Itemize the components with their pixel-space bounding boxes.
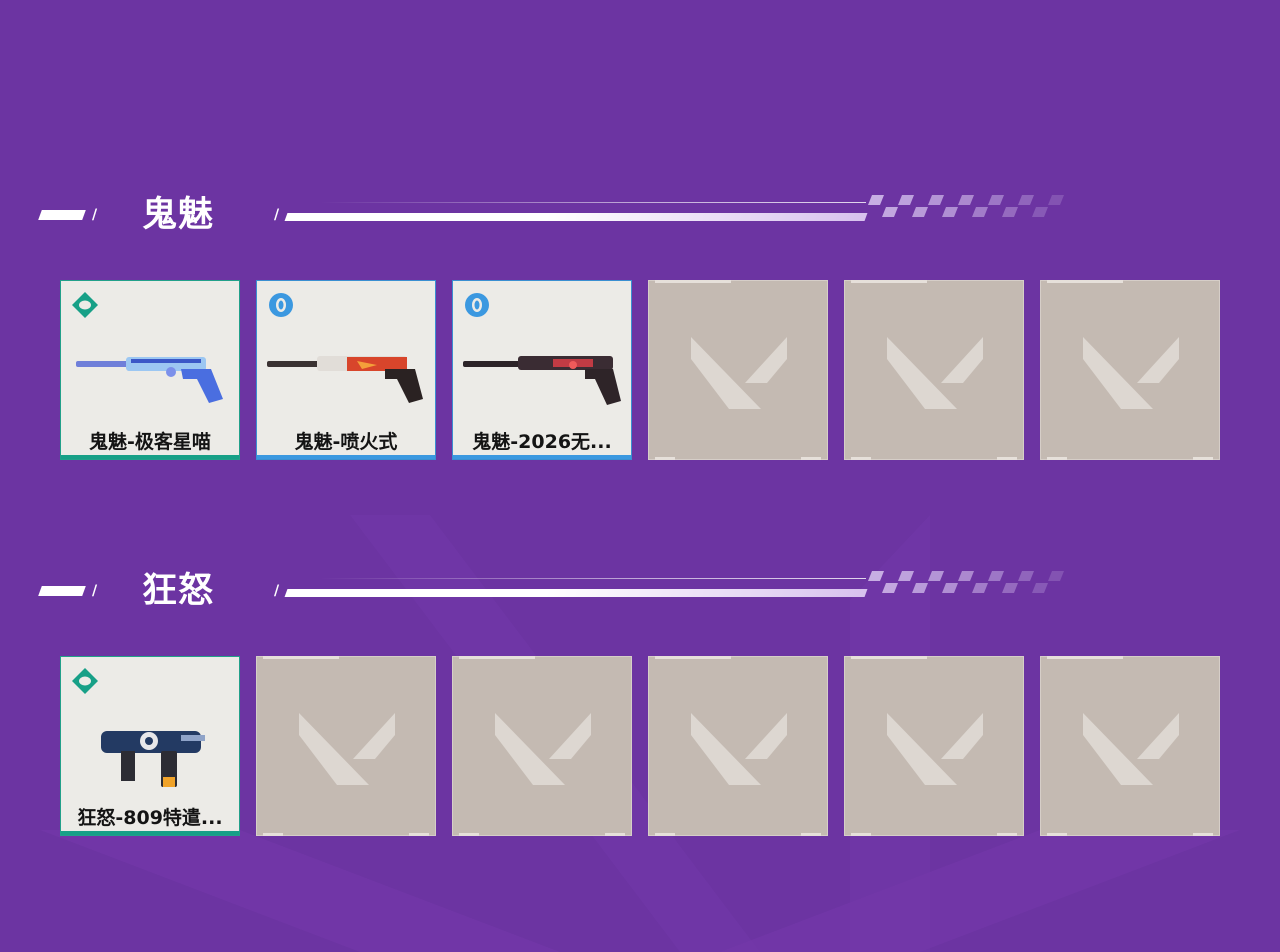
empty-slot[interactable] (648, 656, 828, 836)
skin-card[interactable]: 鬼魅-极客星喵 (60, 280, 240, 460)
valorant-logo-icon (887, 713, 983, 785)
tier-premium-icon (72, 668, 98, 694)
header-thin-line (320, 578, 866, 579)
skin-card[interactable]: 鬼魅-喷火式 (256, 280, 436, 460)
tier-select-icon (269, 293, 293, 317)
rarity-bar (453, 455, 631, 459)
skin-card[interactable]: 鬼魅-2026无... (452, 280, 632, 460)
pistol-skin-image (76, 357, 223, 403)
skin-name: 鬼魅-极客星喵 (89, 431, 211, 453)
section-title: 狂怒 (142, 571, 215, 611)
header-thin-line (320, 202, 866, 203)
header-slash: / (92, 207, 98, 223)
skin-name: 鬼魅-喷火式 (294, 431, 398, 453)
valorant-logo-icon (887, 337, 983, 409)
pistol-skin-image (101, 731, 205, 787)
rarity-bar (61, 455, 239, 459)
pistol-skin-image (463, 356, 621, 405)
header-slash: / (274, 207, 280, 223)
valorant-logo-icon (1083, 337, 1179, 409)
header-line (284, 589, 868, 597)
pistol-skin-image (267, 356, 423, 403)
empty-slot[interactable] (844, 656, 1024, 836)
valorant-logo-icon (495, 713, 591, 785)
header-left-bar (38, 586, 86, 596)
section-title: 鬼魅 (142, 195, 215, 235)
valorant-logo-icon (299, 713, 395, 785)
skin-name: 鬼魅-2026无... (472, 431, 612, 453)
tier-premium-icon (72, 292, 98, 318)
empty-slot[interactable] (256, 656, 436, 836)
valorant-logo-icon (1083, 713, 1179, 785)
empty-slot[interactable] (1040, 656, 1220, 836)
header-checker-pattern (868, 195, 1064, 217)
header-checker-pattern (868, 571, 1064, 593)
skin-card[interactable]: 狂怒-809特遣... (60, 656, 240, 836)
empty-slot[interactable] (452, 656, 632, 836)
header-slash: / (92, 583, 98, 599)
skin-name: 狂怒-809特遣... (77, 807, 223, 829)
header-slash: / (274, 583, 280, 599)
header-left-bar (38, 210, 86, 220)
section-header: / 鬼魅 / (0, 185, 1280, 245)
valorant-logo-icon (691, 713, 787, 785)
tier-select-icon (465, 293, 489, 317)
section-header: / 狂怒 / (0, 561, 1280, 621)
header-line (284, 213, 868, 221)
empty-slot[interactable] (648, 280, 828, 460)
rarity-bar (61, 831, 239, 835)
empty-slot[interactable] (844, 280, 1024, 460)
valorant-logo-icon (691, 337, 787, 409)
empty-slot[interactable] (1040, 280, 1220, 460)
rarity-bar (257, 455, 435, 459)
